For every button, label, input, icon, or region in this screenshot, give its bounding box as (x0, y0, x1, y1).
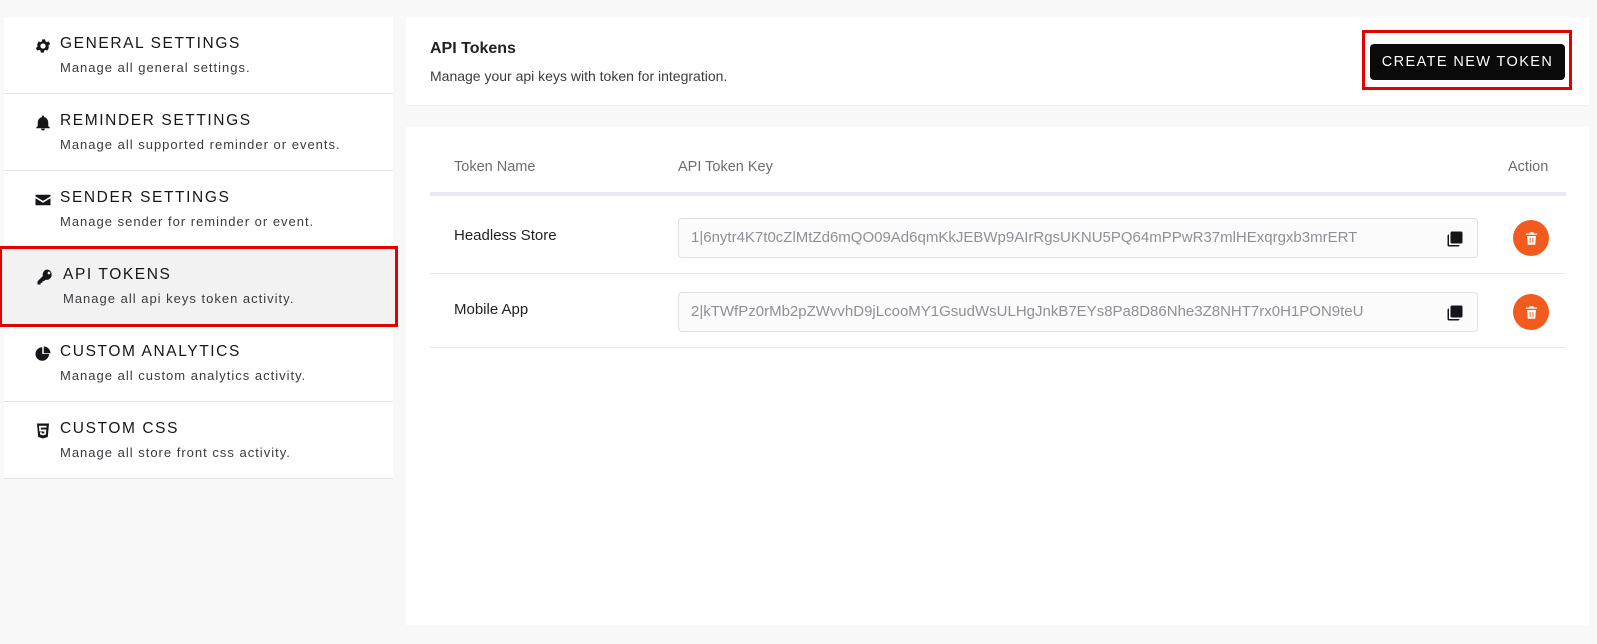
css3-icon (33, 421, 53, 441)
sidebar-item-general-settings[interactable]: GENERAL SETTINGS Manage all general sett… (4, 17, 393, 94)
trash-icon (1524, 305, 1539, 320)
sidebar-item-title: SENDER SETTINGS (60, 189, 231, 206)
sidebar-item-custom-css[interactable]: CUSTOM CSS Manage all store front css ac… (4, 402, 393, 479)
table-row: Headless Store 1|6nytr4K7t0cZlMtZd6mQO09… (430, 200, 1566, 274)
sidebar-item-api-tokens[interactable]: API TOKENS Manage all api keys token act… (0, 246, 398, 327)
table-header: Token Name API Token Key Action (430, 153, 1566, 196)
sidebar-item-description: Manage sender for reminder or event. (60, 214, 315, 229)
envelope-icon (33, 190, 53, 210)
sidebar-item-title: GENERAL SETTINGS (60, 35, 241, 52)
trash-icon (1524, 231, 1539, 246)
tokens-table-card: Token Name API Token Key Action Headless… (406, 127, 1589, 625)
bell-icon (33, 113, 53, 133)
copy-icon[interactable] (1445, 229, 1465, 249)
sidebar-item-title: API TOKENS (63, 266, 172, 283)
sidebar-item-reminder-settings[interactable]: REMINDER SETTINGS Manage all supported r… (4, 94, 393, 171)
create-new-token-button[interactable]: CREATE NEW TOKEN (1370, 44, 1565, 80)
token-key-field[interactable]: 1|6nytr4K7t0cZlMtZd6mQO09Ad6qmKkJEBWp9AI… (678, 218, 1478, 258)
sidebar-item-description: Manage all general settings. (60, 60, 251, 75)
page-subtitle: Manage your api keys with token for inte… (430, 68, 728, 84)
page-title: API Tokens (430, 40, 516, 57)
table-row: Mobile App 2|kTWfPz0rMb2pZWvvhD9jLcooMY1… (430, 274, 1566, 348)
sidebar-item-description: Manage all api keys token activity. (63, 291, 295, 306)
sidebar-item-custom-analytics[interactable]: CUSTOM ANALYTICS Manage all custom analy… (4, 325, 393, 402)
token-key-value: 2|kTWfPz0rMb2pZWvvhD9jLcooMY1GsudWsULHgJ… (691, 303, 1364, 320)
column-header-token-name: Token Name (454, 159, 536, 175)
delete-token-button[interactable] (1513, 294, 1549, 330)
token-name: Mobile App (454, 301, 529, 318)
pie-chart-icon (33, 344, 53, 364)
sidebar-item-description: Manage all store front css activity. (60, 445, 291, 460)
sidebar-item-title: CUSTOM CSS (60, 420, 180, 437)
column-header-api-token-key: API Token Key (678, 159, 773, 175)
sidebar-item-sender-settings[interactable]: SENDER SETTINGS Manage sender for remind… (4, 171, 393, 248)
token-key-field[interactable]: 2|kTWfPz0rMb2pZWvvhD9jLcooMY1GsudWsULHgJ… (678, 292, 1478, 332)
gear-icon (33, 36, 53, 56)
sidebar-item-title: REMINDER SETTINGS (60, 112, 252, 129)
sidebar-item-description: Manage all custom analytics activity. (60, 368, 307, 383)
sidebar-item-description: Manage all supported reminder or events. (60, 137, 341, 152)
sidebar-item-title: CUSTOM ANALYTICS (60, 343, 241, 360)
key-icon (35, 267, 55, 287)
copy-icon[interactable] (1445, 303, 1465, 323)
token-key-value: 1|6nytr4K7t0cZlMtZd6mQO09Ad6qmKkJEBWp9AI… (691, 229, 1358, 246)
delete-token-button[interactable] (1513, 220, 1549, 256)
settings-sidebar: GENERAL SETTINGS Manage all general sett… (0, 17, 398, 479)
token-name: Headless Store (454, 227, 557, 244)
column-header-action: Action (1508, 159, 1549, 175)
